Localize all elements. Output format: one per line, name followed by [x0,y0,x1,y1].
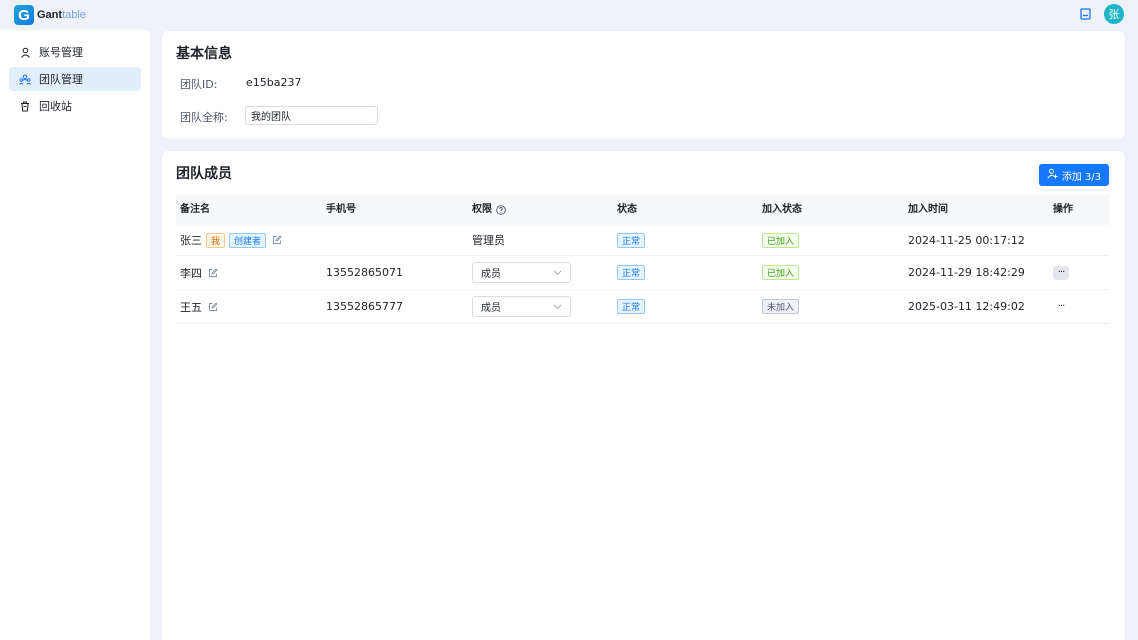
join-status-cell: 已加入 [762,225,800,255]
status-cell: 正常 [617,225,646,255]
member-name: 张三 [180,234,202,247]
more-actions-button[interactable]: ··· [1053,265,1069,280]
name-cell: 张三 我 创建者 [180,225,282,255]
user-avatar[interactable]: 张 [1104,4,1124,24]
role-select-value: 成员 [481,303,501,314]
role-text: 管理员 [472,234,505,247]
phone-cell: 13552865777 [326,300,403,313]
table-row: 王五 13552865777 成员 正常 未加入 2025-03-11 12:4… [176,290,1109,324]
chevron-down-icon [553,270,562,276]
name-cell: 李四 [180,256,218,289]
sidebar-item-team[interactable]: 团队管理 [9,67,141,91]
join-status-badge: 已加入 [762,232,800,248]
status-cell: 正常 [617,256,646,289]
table-row: 李四 13552865071 成员 正常 已加入 2024-11-29 18:4… [176,256,1109,290]
sidebar: 账号管理 团队管理 回收站 [0,30,150,640]
column-header: 加入状态 [762,204,802,215]
logo-mark: G [14,5,34,25]
add-member-button[interactable]: 添加 3/3 [1039,164,1109,186]
role-select-value: 成员 [481,269,501,280]
sidebar-item-trash[interactable]: 回收站 [9,94,141,118]
basic-info-card: 基本信息 团队ID: e15ba237 团队全称: [162,31,1125,138]
edit-icon[interactable] [208,301,218,312]
join-status-badge: 未加入 [762,299,800,314]
team-name-input[interactable] [245,106,378,125]
team-icon [19,73,31,85]
logo-text: Ganttable [37,9,86,21]
sidebar-item-account[interactable]: 账号管理 [9,40,141,64]
role-select[interactable]: 成员 [472,296,571,317]
status-badge: 正常 [617,265,646,280]
document-icon[interactable] [1078,7,1092,21]
chevron-down-icon [553,304,562,310]
sidebar-item-label: 账号管理 [39,46,83,59]
creator-badge: 创建者 [229,232,267,248]
edit-icon[interactable] [272,235,282,245]
user-icon [19,46,31,58]
add-member-label: 添加 3/3 [1061,171,1102,183]
team-id-value: e15ba237 [246,76,302,89]
column-header: 手机号 [326,204,356,215]
team-name-label: 团队全称: [180,111,228,124]
sidebar-item-label: 团队管理 [39,73,83,86]
table-header: 备注名 手机号 权限 状态 加入状态 加入时间 操作 [176,195,1109,225]
member-name: 王五 [180,300,202,314]
team-id-label: 团队ID: [180,78,218,91]
trash-icon [19,100,31,112]
more-actions-button[interactable]: ··· [1053,300,1069,314]
top-bar: G Ganttable 张 [0,0,1138,30]
action-cell: ··· [1053,290,1069,323]
join-status-badge: 已加入 [762,265,800,280]
join-status-cell: 未加入 [762,290,800,323]
basic-info-title: 基本信息 [176,46,232,62]
join-time-cell: 2024-11-25 00:17:12 [908,233,1025,247]
column-header: 加入时间 [908,204,948,215]
logo-text-bold: Gant [37,9,63,21]
role-cell: 成员 [472,256,571,289]
member-name: 李四 [180,266,202,280]
status-badge: 正常 [617,232,646,248]
join-status-cell: 已加入 [762,256,800,289]
status-cell: 正常 [617,290,646,323]
status-badge: 正常 [617,299,646,314]
app-logo[interactable]: G Ganttable [14,5,86,25]
column-header: 权限 [472,204,492,215]
role-select[interactable]: 成员 [472,262,571,283]
me-badge: 我 [206,232,226,248]
column-header-role: 权限 [472,195,506,225]
column-header: 操作 [1053,204,1073,215]
logo-text-light: table [62,9,86,21]
phone-cell: 13552865071 [326,266,403,279]
action-cell: ··· [1053,256,1069,289]
team-members-title: 团队成员 [176,166,232,182]
column-header: 备注名 [180,204,210,215]
add-user-icon [1047,168,1058,182]
role-cell: 成员 [472,290,571,323]
team-members-card: 团队成员 添加 3/3 备注名 手机号 权限 状态 加入状态 加入时间 操作 张… [162,151,1125,640]
join-time-cell: 2024-11-29 18:42:29 [908,266,1025,279]
table-row: 张三 我 创建者 管理员 正常 已加入 2024-11-25 00:17:12 [176,225,1109,256]
name-cell: 王五 [180,290,218,323]
column-header: 状态 [617,204,637,215]
sidebar-item-label: 回收站 [39,100,72,113]
help-icon[interactable] [496,205,506,215]
join-time-cell: 2025-03-11 12:49:02 [908,300,1025,313]
edit-icon[interactable] [208,267,218,278]
